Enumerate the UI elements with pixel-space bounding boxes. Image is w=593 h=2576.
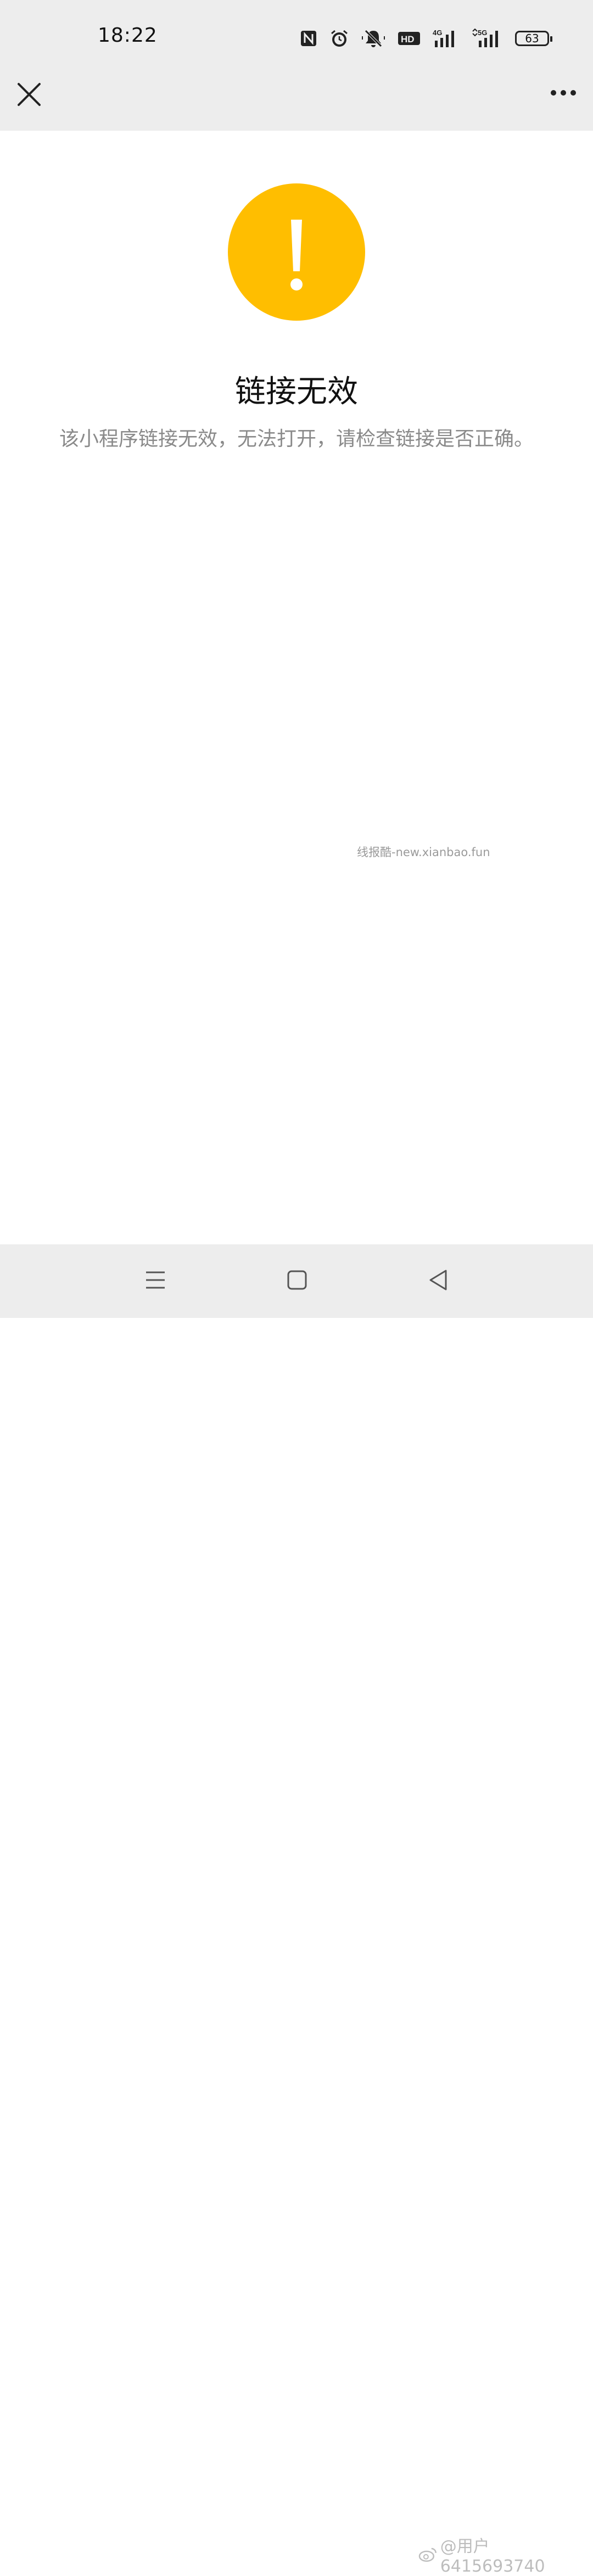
error-description: 该小程序链接无效，无法打开，请检查链接是否正确。 bbox=[59, 428, 534, 450]
svg-text:4G: 4G bbox=[433, 29, 442, 37]
error-title: 链接无效 bbox=[235, 374, 358, 410]
system-nav-bar: @用户6415693740 bbox=[0, 1244, 593, 2576]
more-button[interactable] bbox=[547, 79, 580, 107]
weibo-icon bbox=[418, 2547, 437, 2562]
battery-indicator: 63 bbox=[515, 31, 552, 46]
warning-icon bbox=[228, 183, 365, 321]
user-watermark-text: @用户6415693740 bbox=[440, 2537, 545, 2576]
close-button[interactable] bbox=[15, 81, 43, 108]
status-bar: 18:22 HD 4G 5G 63 bbox=[0, 0, 593, 66]
menu-button[interactable] bbox=[142, 1266, 169, 1294]
more-icon bbox=[551, 90, 576, 96]
status-time: 18:22 bbox=[98, 24, 158, 47]
battery-level: 63 bbox=[525, 32, 539, 45]
home-button[interactable] bbox=[283, 1266, 311, 1294]
home-icon bbox=[287, 1270, 307, 1290]
alarm-icon bbox=[331, 30, 348, 47]
user-watermark: @用户6415693740 bbox=[418, 2533, 593, 2576]
svg-text:5G: 5G bbox=[478, 29, 487, 37]
site-watermark: 线报酷-new.xianbao.fun bbox=[357, 846, 490, 859]
menu-icon bbox=[146, 1271, 165, 1289]
hd-icon: HD bbox=[398, 32, 420, 45]
back-button[interactable] bbox=[425, 1266, 452, 1294]
nfc-icon bbox=[301, 31, 316, 46]
svg-text:HD: HD bbox=[401, 34, 415, 44]
top-nav-bar bbox=[0, 66, 593, 131]
4g-signal-icon: 4G bbox=[433, 29, 454, 47]
mute-icon bbox=[362, 30, 385, 47]
status-icons: HD 4G 5G 63 bbox=[300, 26, 552, 51]
close-icon bbox=[18, 83, 41, 106]
back-icon bbox=[429, 1270, 447, 1290]
main-content: 链接无效 该小程序链接无效，无法打开，请检查链接是否正确。 线报酷-new.xi… bbox=[0, 131, 593, 1244]
5g-signal-icon: 5G bbox=[472, 29, 498, 47]
